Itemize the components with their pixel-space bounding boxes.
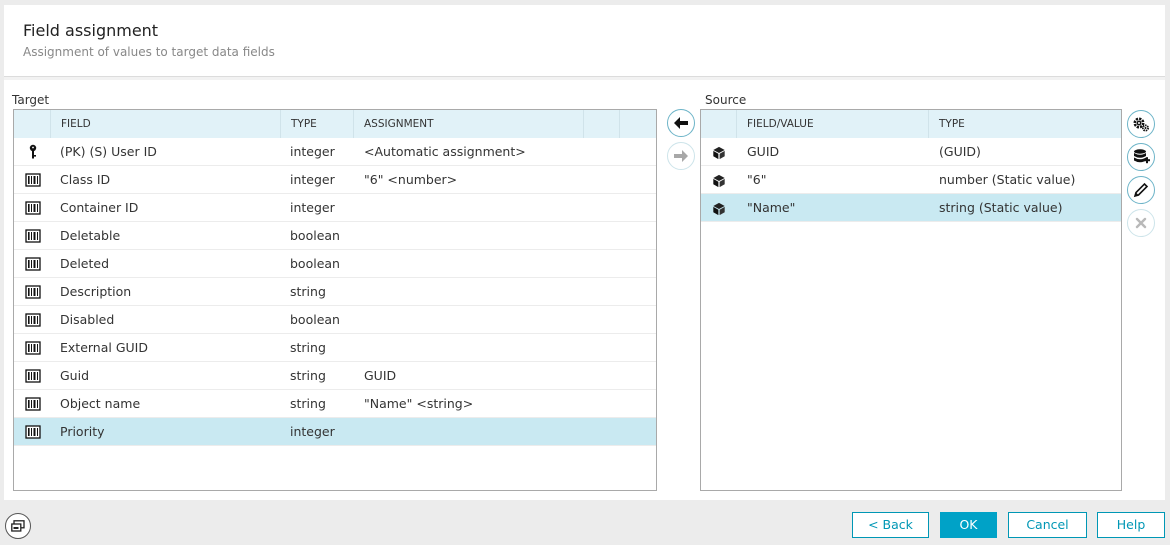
- source-value-cell: "6": [747, 172, 767, 187]
- field-type-cell: string: [290, 396, 326, 411]
- table-row[interactable]: Deletable boolean: [14, 222, 656, 250]
- field-name-cell: Object name: [60, 396, 141, 411]
- column-header-field-value[interactable]: FIELD/VALUE: [737, 110, 929, 138]
- field-icon: [25, 256, 41, 272]
- column-header-type[interactable]: TYPE: [281, 110, 354, 138]
- field-type-cell: string: [290, 284, 326, 299]
- database-add-icon: [1134, 149, 1150, 164]
- help-button[interactable]: Help: [1097, 512, 1165, 538]
- field-type-cell: integer: [290, 200, 335, 215]
- target-grid-header: FIELD TYPE ASSIGNMENT: [14, 110, 656, 138]
- field-icon: [25, 200, 41, 216]
- column-header-extra: [584, 110, 620, 138]
- table-row[interactable]: Description string: [14, 278, 656, 306]
- field-type-cell: integer: [290, 144, 335, 159]
- source-label: Source: [705, 93, 747, 107]
- icon-column-header: [14, 110, 51, 138]
- target-grid: FIELD TYPE ASSIGNMENT (PK) (S) User ID in…: [13, 109, 657, 491]
- pencil-icon: [1133, 182, 1149, 198]
- ok-button[interactable]: OK: [940, 512, 997, 538]
- assignment-cell: "Name" <string>: [364, 396, 474, 411]
- column-header-source-type[interactable]: TYPE: [929, 110, 1121, 138]
- cube-icon: [712, 145, 728, 161]
- field-type-cell: integer: [290, 172, 335, 187]
- source-grid-header: FIELD/VALUE TYPE: [701, 110, 1121, 138]
- field-icon: [25, 312, 41, 328]
- field-name-cell: Deleted: [60, 256, 110, 271]
- edit-button[interactable]: [1127, 176, 1155, 204]
- table-row[interactable]: "6" number (Static value): [701, 166, 1121, 194]
- close-icon: [1135, 217, 1147, 229]
- arrow-left-icon: [674, 117, 688, 129]
- add-database-button[interactable]: [1127, 143, 1155, 171]
- delete-button[interactable]: [1127, 209, 1155, 237]
- cube-icon: [712, 201, 728, 217]
- field-name-cell: (PK) (S) User ID: [60, 144, 157, 159]
- cube-icon: [712, 173, 728, 189]
- icon-column-header: [701, 110, 737, 138]
- table-row[interactable]: Disabled boolean: [14, 306, 656, 334]
- gears-icon: [1133, 117, 1149, 132]
- arrow-right-icon: [674, 150, 688, 162]
- assignment-cell: GUID: [364, 368, 397, 383]
- source-value-cell: GUID: [747, 144, 780, 159]
- field-name-cell: Priority: [60, 424, 105, 439]
- source-grid: FIELD/VALUE TYPE GUID (GUID) "6" number (St…: [700, 109, 1122, 491]
- field-icon: [25, 424, 41, 440]
- table-row[interactable]: Deleted boolean: [14, 250, 656, 278]
- table-row[interactable]: Class ID integer "6" <number>: [14, 166, 656, 194]
- settings-button[interactable]: [1127, 110, 1155, 138]
- field-name-cell: External GUID: [60, 340, 148, 355]
- page-title: Field assignment: [23, 21, 159, 40]
- table-row[interactable]: Priority integer: [14, 418, 656, 446]
- field-icon: [25, 368, 41, 384]
- field-name-cell: Container ID: [60, 200, 139, 215]
- header-divider: [4, 77, 1165, 80]
- field-name-cell: Class ID: [60, 172, 111, 187]
- assignment-cell: "6" <number>: [364, 172, 458, 187]
- field-type-cell: string: [290, 368, 326, 383]
- cancel-button[interactable]: Cancel: [1008, 512, 1087, 538]
- table-row[interactable]: (PK) (S) User ID integer <Automatic assign…: [14, 138, 656, 166]
- field-icon: [25, 172, 41, 188]
- assign-right-button[interactable]: [667, 142, 695, 170]
- table-row[interactable]: GUID (GUID): [701, 138, 1121, 166]
- source-type-cell: number (Static value): [939, 172, 1076, 187]
- dialog-header: Field assignment Assignment of values to…: [4, 5, 1165, 77]
- target-label: Target: [12, 93, 50, 107]
- window-toggle-button[interactable]: [5, 513, 31, 539]
- source-type-cell: (GUID): [939, 144, 981, 159]
- field-name-cell: Disabled: [60, 312, 115, 327]
- source-type-cell: string (Static value): [939, 200, 1063, 215]
- field-type-cell: boolean: [290, 256, 340, 271]
- field-type-cell: integer: [290, 424, 335, 439]
- field-icon: [25, 396, 41, 412]
- field-icon: [25, 228, 41, 244]
- table-row[interactable]: Container ID integer: [14, 194, 656, 222]
- table-row[interactable]: "Name" string (Static value): [701, 194, 1121, 222]
- column-header-field[interactable]: FIELD: [51, 110, 281, 138]
- field-type-cell: boolean: [290, 228, 340, 243]
- field-type-cell: string: [290, 340, 326, 355]
- assign-left-button[interactable]: [667, 109, 695, 137]
- table-row[interactable]: Guid string GUID: [14, 362, 656, 390]
- back-button[interactable]: < Back: [852, 512, 929, 538]
- key-icon: [25, 144, 41, 160]
- field-type-cell: boolean: [290, 312, 340, 327]
- source-value-cell: "Name": [747, 200, 796, 215]
- column-header-assignment[interactable]: ASSIGNMENT: [354, 110, 584, 138]
- field-name-cell: Deletable: [60, 228, 121, 243]
- page-subtitle: Assignment of values to target data fiel…: [23, 45, 275, 59]
- field-icon: [25, 284, 41, 300]
- field-name-cell: Guid: [60, 368, 90, 383]
- table-row[interactable]: Object name string "Name" <string>: [14, 390, 656, 418]
- field-name-cell: Description: [60, 284, 132, 299]
- table-row[interactable]: External GUID string: [14, 334, 656, 362]
- window-icon: [11, 520, 25, 532]
- field-icon: [25, 340, 41, 356]
- assignment-cell: <Automatic assignment>: [364, 144, 526, 159]
